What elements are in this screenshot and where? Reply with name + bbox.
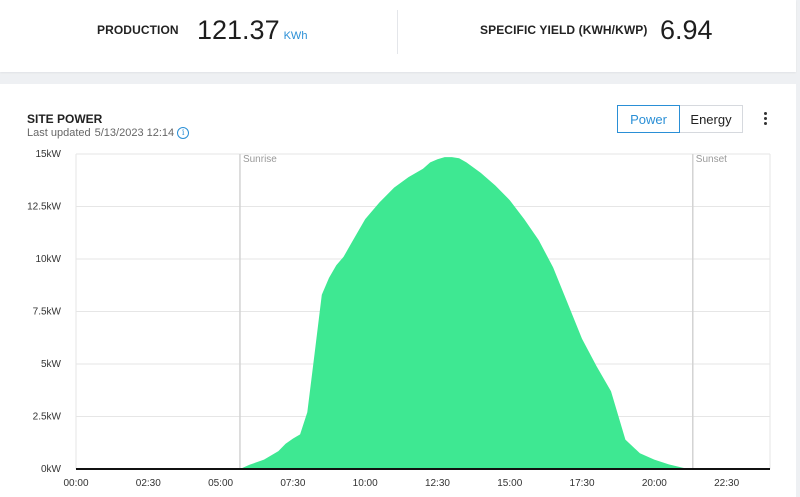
x-tick-label: 07:30: [280, 478, 305, 489]
x-tick-label: 20:00: [642, 478, 667, 489]
y-tick-label: 15kW: [35, 149, 61, 160]
x-tick-label: 15:00: [497, 478, 522, 489]
x-tick-label: 17:30: [570, 478, 595, 489]
x-tick-label: 00:00: [63, 478, 88, 489]
marker-label-sunset: Sunset: [696, 154, 727, 165]
marker-label-sunrise: Sunrise: [243, 154, 277, 165]
y-tick-label: 0kW: [41, 464, 62, 475]
site-power-chart: 0kW 2.5kW 5kW 7.5kW 10kW 12.5kW 15kW Sunrise Sun…: [27, 149, 771, 489]
x-tick-label: 22:30: [714, 478, 739, 489]
y-tick-label: 2.5kW: [33, 412, 62, 423]
y-tick-label: 10kW: [35, 254, 61, 265]
y-tick-label: 12.5kW: [27, 202, 61, 213]
y-tick-label: 5kW: [41, 359, 62, 370]
x-tick-label: 12:30: [425, 478, 450, 489]
power-area: [76, 157, 770, 469]
x-tick-label: 02:30: [136, 478, 161, 489]
y-tick-label: 7.5kW: [33, 307, 62, 318]
x-tick-label: 10:00: [353, 478, 378, 489]
x-tick-label: 05:00: [208, 478, 233, 489]
